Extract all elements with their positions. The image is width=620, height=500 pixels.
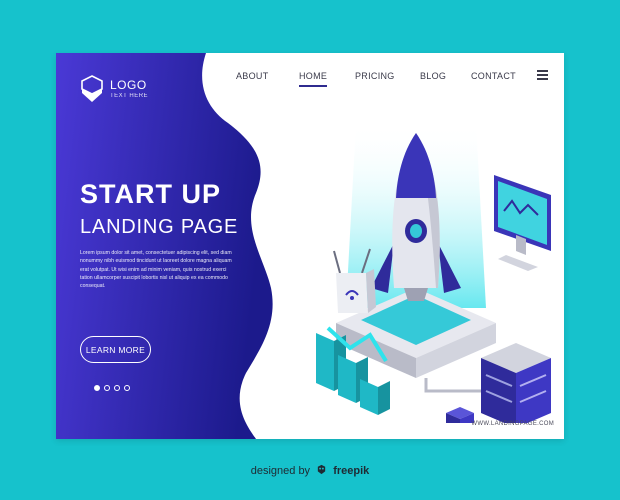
- carousel-dot-3[interactable]: [114, 385, 120, 391]
- hero-subtitle: LANDING PAGE: [80, 216, 239, 238]
- learn-more-button[interactable]: LEARN MORE: [80, 336, 151, 363]
- carousel-dot-2[interactable]: [104, 385, 110, 391]
- hamburger-menu-icon[interactable]: [537, 70, 548, 80]
- server-rack-icon: [481, 343, 551, 423]
- credit-brand[interactable]: freepik: [333, 465, 369, 477]
- hero-body-text: Lorem ipsum dolor sit amet, consectetuer…: [80, 250, 232, 290]
- landing-page-card: LOGO TEXT HERE ABOUT HOME PRICING BLOG C…: [56, 53, 564, 439]
- hero-title: START UP: [80, 179, 221, 209]
- nav-about[interactable]: ABOUT: [236, 71, 269, 81]
- logo-subtitle: TEXT HERE: [110, 93, 149, 99]
- logo[interactable]: LOGO TEXT HERE: [80, 74, 148, 104]
- footer-credit: designed by freepik: [0, 464, 620, 477]
- hexagon-shield-icon: [81, 75, 103, 102]
- carousel-dot-4[interactable]: [124, 385, 130, 391]
- carousel-dot-1[interactable]: [94, 385, 100, 391]
- carousel-dots: [94, 385, 130, 391]
- website-url[interactable]: WWW.LANDINGPAGE.COM: [471, 421, 554, 427]
- cube-icon: [446, 407, 474, 423]
- nav-contact[interactable]: CONTACT: [471, 71, 516, 81]
- freepik-logo-icon: [317, 464, 326, 475]
- monitor-chart-icon: [494, 175, 551, 271]
- nav-home[interactable]: HOME: [299, 71, 328, 87]
- startup-illustration: [316, 123, 551, 423]
- credit-prefix: designed by: [250, 465, 311, 477]
- nav-blog[interactable]: BLOG: [420, 71, 446, 81]
- nav-pricing[interactable]: PRICING: [355, 71, 395, 81]
- logo-title: LOGO: [110, 78, 147, 92]
